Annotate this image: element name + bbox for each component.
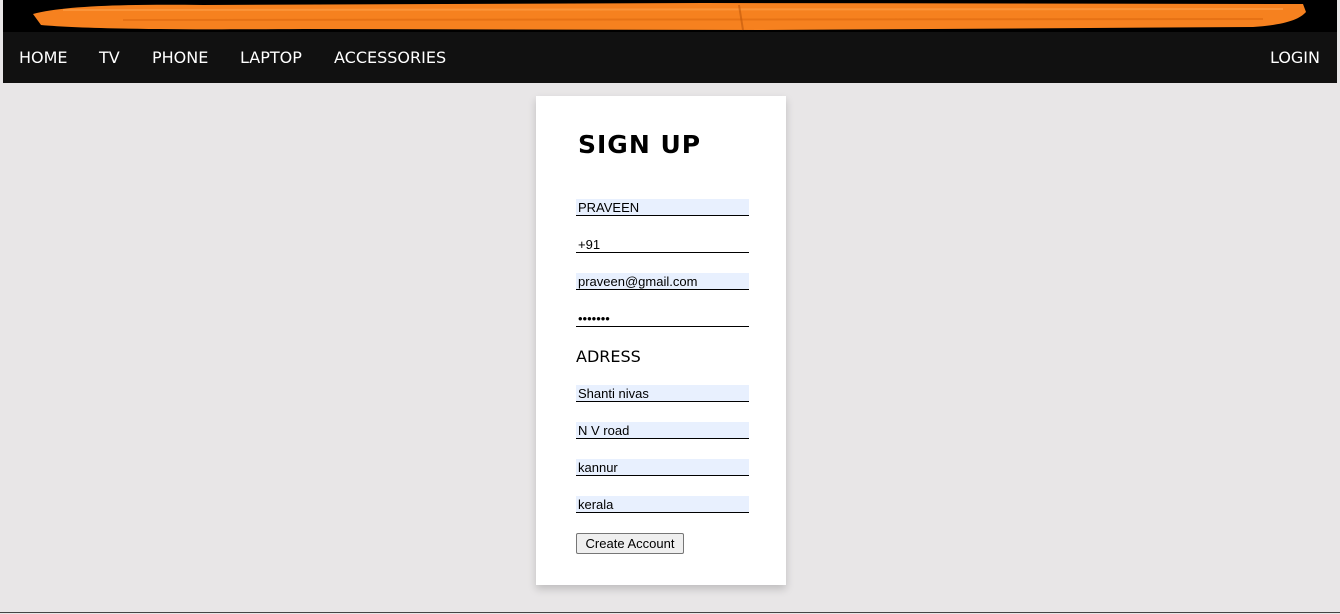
password-input[interactable] xyxy=(576,310,749,327)
nav-laptop-link[interactable]: LAPTOP xyxy=(240,32,302,83)
phone-input[interactable] xyxy=(576,236,749,253)
orange-brush-stroke xyxy=(33,3,1306,31)
footer-divider xyxy=(0,612,1340,613)
address-heading: ADRESS xyxy=(576,347,641,366)
address-line2-input[interactable] xyxy=(576,422,749,439)
nav-tv-link[interactable]: TV xyxy=(99,32,120,83)
signup-card: SIGN UP ADRESS Create Account xyxy=(536,96,786,585)
state-input[interactable] xyxy=(576,496,749,513)
top-navbar: HOME TV PHONE LAPTOP ACCESSORIES LOGIN xyxy=(3,32,1337,83)
nav-login-link[interactable]: LOGIN xyxy=(1270,32,1320,83)
header-banner xyxy=(3,0,1337,32)
address-line1-input[interactable] xyxy=(576,385,749,402)
create-account-button[interactable]: Create Account xyxy=(576,533,684,554)
nav-phone-link[interactable]: PHONE xyxy=(152,32,208,83)
email-input[interactable] xyxy=(576,273,749,290)
name-input[interactable] xyxy=(576,199,749,216)
signup-title: SIGN UP xyxy=(578,130,702,159)
nav-home-link[interactable]: HOME xyxy=(19,32,68,83)
nav-accessories-link[interactable]: ACCESSORIES xyxy=(334,32,446,83)
city-input[interactable] xyxy=(576,459,749,476)
